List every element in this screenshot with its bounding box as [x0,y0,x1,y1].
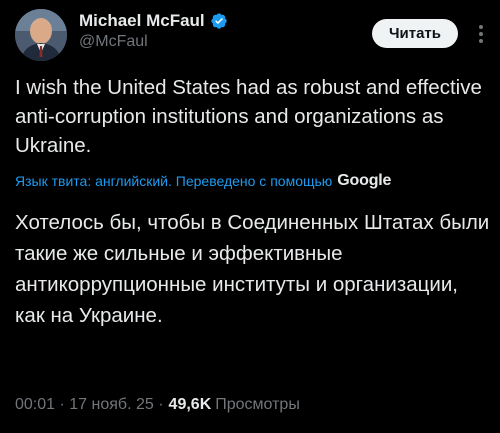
tweet-meta: 00:01 · 17 нояб. 25 · 49,6K Просмотры [15,396,300,414]
tweet-text: I wish the United States had as robust a… [15,76,482,157]
avatar-image [15,9,67,61]
translation-info-text[interactable]: Язык твита: английский. Переведено с пом… [15,173,332,189]
translation-info: Язык твита: английский. Переведено с пом… [15,172,495,190]
verified-badge-icon[interactable] [210,12,228,30]
author-name-row: Michael McFaul [79,10,228,32]
tweet-date[interactable]: 17 нояб. 25 [69,396,154,414]
google-logo: Google [337,172,392,189]
meta-separator: · [55,396,70,413]
author-display-name[interactable]: Michael McFaul [79,11,205,31]
follow-button[interactable]: Читать [372,19,458,48]
author-handle[interactable]: @McFaul [79,33,148,51]
more-options-icon[interactable] [474,21,488,47]
views-label: Просмотры [215,396,300,413]
translated-tweet-text: Хотелось бы, чтобы в Соединенных Штатах … [15,211,490,327]
avatar[interactable] [15,9,67,61]
views-count[interactable]: 49,6K [169,396,212,414]
meta-separator: · [153,396,164,413]
tweet-detail: Michael McFaul @McFaul Читать I wish the… [0,0,500,433]
tweet-time[interactable]: 00:01 [15,396,55,414]
